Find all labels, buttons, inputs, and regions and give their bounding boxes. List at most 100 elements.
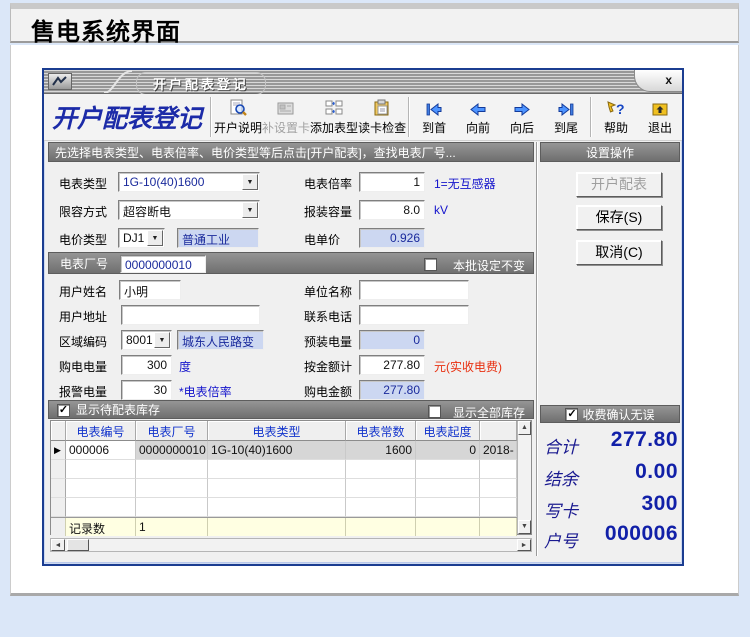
add-meter-model-button[interactable]: 添加表型 xyxy=(310,99,358,136)
scroll-down-icon[interactable]: ▼ xyxy=(518,520,531,534)
panel-divider xyxy=(536,142,538,556)
dialog-titlebar[interactable]: 开户配表登记 x xyxy=(44,70,682,95)
col-header[interactable]: 电表编号 xyxy=(66,421,136,441)
user-name-input[interactable]: 小明 xyxy=(119,280,181,300)
svg-text:?: ? xyxy=(616,101,625,117)
write-card-value: 300 xyxy=(641,492,678,515)
toolbar-button-label: 向后 xyxy=(510,120,535,135)
inventory-filter-bar: ✓ 显示待配表库存 显示全部库存 xyxy=(48,400,534,420)
dialog-window: 开户配表登记 x 开户配表登记 开户说明 补设置卡 添加表型 读卡检查 到首 向… xyxy=(42,68,684,566)
help-button[interactable]: ? 帮助 xyxy=(594,99,638,136)
price-type-value: DJ1 xyxy=(123,231,145,245)
user-address-label: 用户地址 xyxy=(59,310,108,324)
batch-fixed-checkbox[interactable] xyxy=(424,257,437,272)
area-code-select[interactable]: 8001 ▼ xyxy=(121,330,172,350)
unit-price-label: 电单价 xyxy=(304,233,341,247)
show-all-checkbox[interactable] xyxy=(428,404,441,419)
go-previous-button[interactable]: 向前 xyxy=(456,99,500,136)
chevron-down-icon[interactable]: ▼ xyxy=(154,332,170,348)
factory-no-input[interactable]: 0000000010 xyxy=(120,255,206,273)
write-card-row: 写卡 300 xyxy=(540,492,680,522)
chevron-down-icon[interactable]: ▼ xyxy=(242,202,258,218)
toolbar-button-label: 补设置卡 xyxy=(262,120,311,135)
contact-phone-input[interactable] xyxy=(359,305,469,325)
limit-mode-value: 超容断电 xyxy=(123,205,172,219)
purchase-amount-field: 277.80 xyxy=(359,380,425,400)
toolbar-button-label: 向前 xyxy=(466,120,491,135)
cancel-button[interactable]: 取消(C) xyxy=(576,240,662,265)
open-account-help-button[interactable]: 开户说明 xyxy=(214,99,262,136)
balance-label: 结余 xyxy=(544,470,578,490)
toolbar-button-label: 到首 xyxy=(422,120,447,135)
record-count-value: 1 xyxy=(136,518,208,536)
table-cell[interactable]: 1G-10(40)1600 xyxy=(208,441,346,460)
go-last-button[interactable]: 到尾 xyxy=(544,99,588,136)
checkbox-checked-icon[interactable]: ✓ xyxy=(565,407,579,421)
total-value: 277.80 xyxy=(610,428,678,451)
close-icon[interactable]: x xyxy=(634,70,682,92)
table-cell[interactable]: 0000000010 xyxy=(136,441,208,460)
actions-panel: 设置操作 开户配表 保存(S) 取消(C) ✓ 收费确认无误 合计 277.80… xyxy=(540,141,680,562)
show-pending-label: 显示待配表库存 xyxy=(76,403,161,417)
col-header[interactable]: 电表常数 xyxy=(346,421,416,441)
total-row: 合计 277.80 xyxy=(540,428,680,458)
limit-mode-select[interactable]: 超容断电 ▼ xyxy=(118,200,260,220)
unit-price-field: 0.926 xyxy=(359,228,425,248)
table-empty-row xyxy=(51,479,517,498)
toolbar-button-label: 开户说明 xyxy=(214,120,263,135)
scroll-left-icon[interactable]: ◄ xyxy=(51,539,65,551)
save-button[interactable]: 保存(S) xyxy=(576,205,662,230)
balance-row: 结余 0.00 xyxy=(540,460,680,490)
user-address-input[interactable] xyxy=(121,305,260,325)
chevron-down-icon[interactable]: ▼ xyxy=(242,174,258,190)
chevron-down-icon[interactable]: ▼ xyxy=(147,230,163,246)
record-count-label: 记录数 xyxy=(66,518,136,536)
account-no-row: 户号 000006 xyxy=(540,522,680,552)
instruction-bar: 先选择电表类型、电表倍率、电价类型等后点击[开户配表]，查找电表厂号... xyxy=(48,142,534,162)
price-type-select[interactable]: DJ1 ▼ xyxy=(118,228,165,248)
table-cell[interactable]: 0 xyxy=(416,441,480,460)
toolbar-separator xyxy=(408,97,411,137)
scroll-right-icon[interactable]: ► xyxy=(517,539,531,551)
current-row-marker-icon: ▶ xyxy=(51,441,66,460)
card-icon xyxy=(276,99,296,118)
purchase-energy-unit: 度 xyxy=(179,360,192,374)
scroll-up-icon[interactable]: ▲ xyxy=(518,421,531,435)
meter-ratio-label: 电表倍率 xyxy=(304,177,353,191)
toolbar-button-label: 退出 xyxy=(647,120,672,135)
go-first-button[interactable]: 到首 xyxy=(412,99,456,136)
purchase-energy-input[interactable]: 300 xyxy=(121,355,172,375)
area-code-label: 区域编码 xyxy=(59,335,108,349)
checkbox-unchecked-icon[interactable] xyxy=(424,258,437,272)
col-header[interactable]: 电表起度 xyxy=(416,421,480,441)
checkbox-unchecked-icon[interactable] xyxy=(428,405,441,419)
table-cell[interactable]: 000006 xyxy=(66,441,136,460)
show-pending-checkbox[interactable]: ✓ xyxy=(57,402,70,417)
window-logo-icon xyxy=(48,73,72,90)
exit-button[interactable]: 退出 xyxy=(638,99,682,136)
preload-energy-label: 预装电量 xyxy=(304,335,353,349)
meter-ratio-hint: 1=无互感器 xyxy=(434,177,496,191)
table-cell[interactable]: 1600 xyxy=(346,441,416,460)
vertical-scrollbar[interactable]: ▲ ▼ xyxy=(517,421,531,534)
horizontal-scrollbar[interactable]: ◄ ► xyxy=(50,538,532,552)
toolbar-brand-title: 开户配表登记 xyxy=(52,104,203,133)
meter-type-select[interactable]: 1G-10(40)1600 ▼ xyxy=(118,172,260,192)
alarm-energy-input[interactable]: 30 xyxy=(121,380,172,400)
org-name-input[interactable] xyxy=(359,280,469,300)
meter-ratio-input[interactable]: 1 xyxy=(359,172,425,192)
go-next-button[interactable]: 向后 xyxy=(500,99,544,136)
table-cell[interactable]: 2018- xyxy=(480,441,517,460)
table-row[interactable]: ▶ 000006 0000000010 1G-10(40)1600 1600 0… xyxy=(51,441,517,460)
toolbar-separator xyxy=(210,97,213,137)
col-header[interactable]: 电表厂号 xyxy=(136,421,208,441)
exit-icon xyxy=(650,99,670,118)
scrollbar-thumb[interactable] xyxy=(67,539,89,551)
table-empty-row xyxy=(51,460,517,479)
install-capacity-input[interactable]: 8.0 xyxy=(359,200,425,220)
col-header[interactable]: 电表类型 xyxy=(208,421,346,441)
checkbox-checked-icon[interactable]: ✓ xyxy=(57,403,70,417)
read-card-check-button[interactable]: 读卡检查 xyxy=(358,99,406,136)
by-amount-input[interactable]: 277.80 xyxy=(359,355,425,375)
col-header[interactable] xyxy=(480,421,517,441)
